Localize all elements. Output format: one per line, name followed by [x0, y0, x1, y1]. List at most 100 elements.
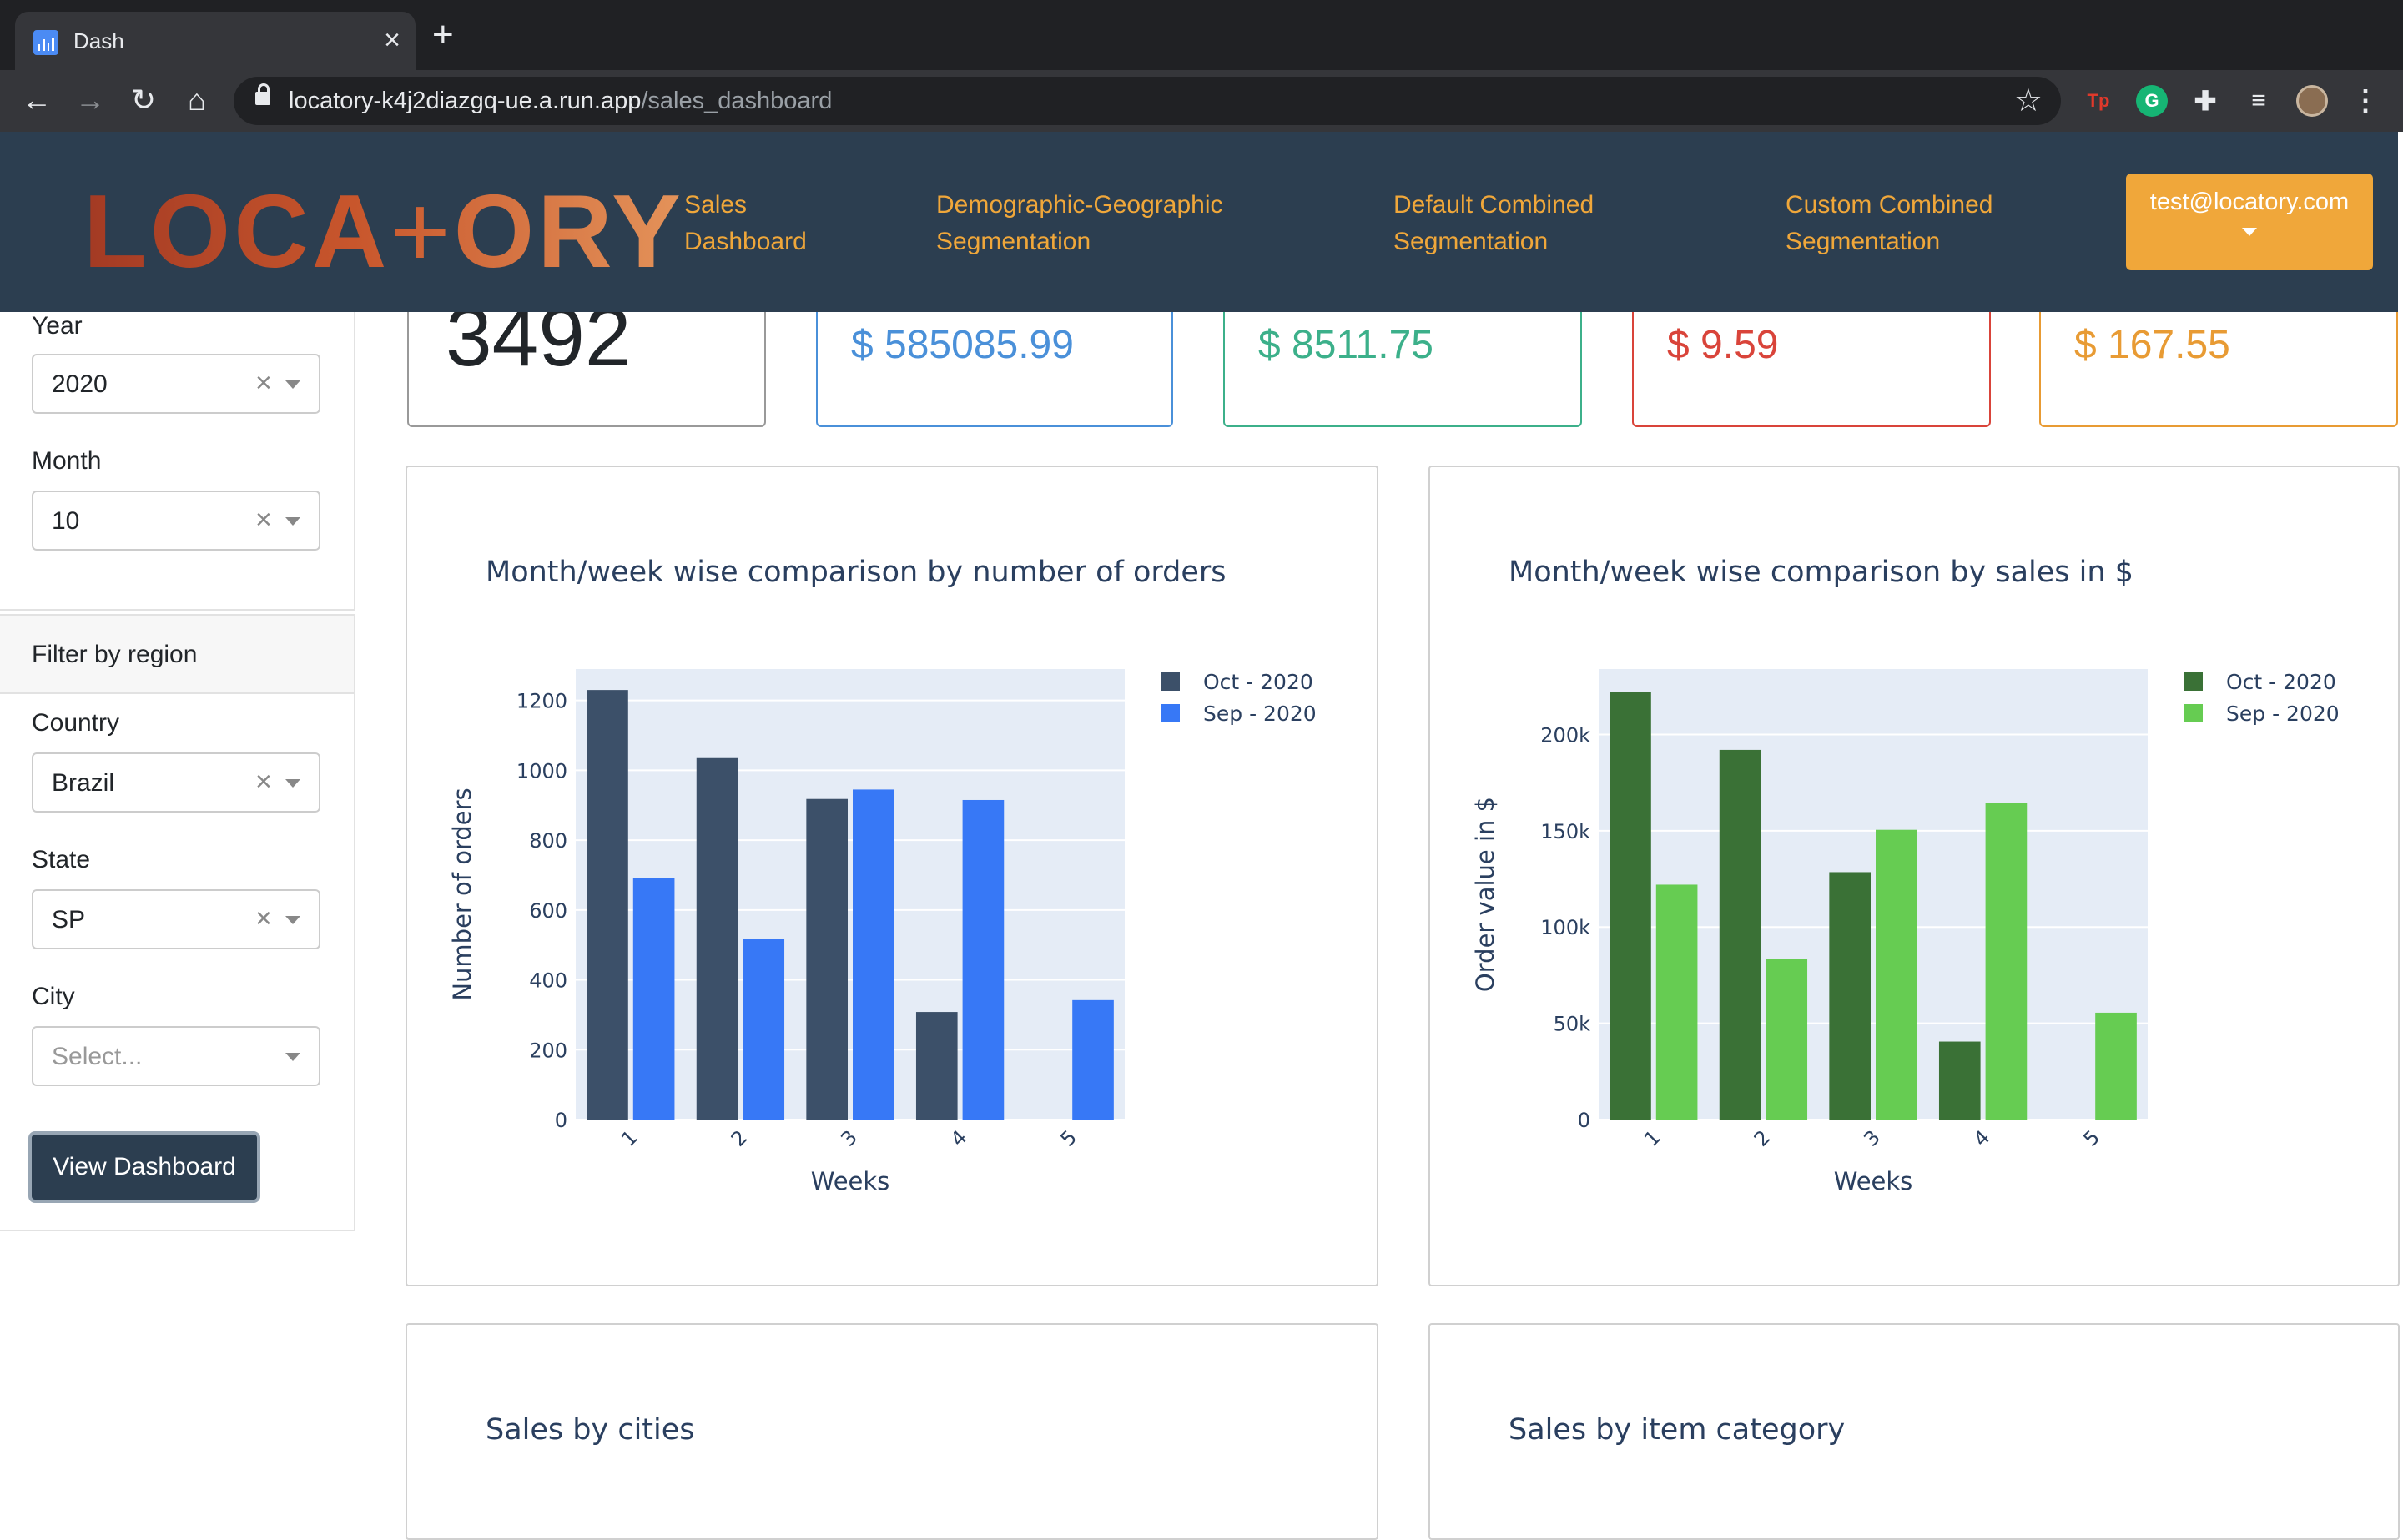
month-label: Month: [32, 447, 102, 475]
state-label: State: [32, 846, 91, 873]
orders-chart-card: Month/week wise comparison by number of …: [406, 466, 1378, 1286]
city-placeholder: Select...: [52, 1043, 143, 1070]
clear-icon[interactable]: ×: [255, 903, 272, 935]
state-dropdown[interactable]: SP ×: [32, 889, 320, 949]
sales-by-category-card: Sales by item category: [1428, 1323, 2400, 1540]
stat-card-min-order: $ 9.59: [1632, 312, 1991, 427]
tab-close-icon[interactable]: ×: [384, 23, 400, 57]
dropdown-arrow-icon[interactable]: [285, 916, 300, 924]
view-dashboard-button[interactable]: View Dashboard: [28, 1131, 260, 1203]
year-dropdown[interactable]: 2020 ×: [32, 354, 320, 414]
caret-down-icon: [2242, 228, 2257, 236]
y-tick-label: 0: [1578, 1109, 1590, 1132]
new-tab-icon[interactable]: +: [432, 17, 454, 53]
nav-custom-combined-segmentation[interactable]: Custom Combined Segmentation: [1786, 187, 1992, 260]
clear-icon[interactable]: ×: [255, 766, 272, 798]
dropdown-arrow-icon[interactable]: [285, 380, 300, 389]
country-value: Brazil: [52, 769, 115, 797]
year-value: 2020: [52, 370, 108, 398]
browser-tab[interactable]: Dash ×: [15, 12, 416, 70]
city-dropdown[interactable]: Select...: [32, 1026, 320, 1086]
x-tick-label: 2: [1750, 1125, 1776, 1151]
y-tick-label: 0: [555, 1109, 567, 1132]
y-tick-label: 1000: [516, 759, 567, 783]
city-label: City: [32, 983, 75, 1010]
date-filter-panel: Year 2020 × Month 10 ×: [0, 312, 355, 611]
bar: [632, 878, 675, 1120]
x-tick-label: 1: [1640, 1125, 1665, 1151]
user-menu-button[interactable]: test@locatory.com: [2126, 174, 2373, 270]
bar: [696, 757, 738, 1120]
media-queue-icon[interactable]: ≡: [2243, 85, 2275, 117]
x-tick-label: 4: [1969, 1125, 1995, 1151]
bar: [915, 1012, 958, 1120]
region-filter-title: Filter by region: [32, 641, 198, 668]
bar: [962, 799, 1005, 1120]
country-label: Country: [32, 709, 120, 737]
country-dropdown[interactable]: Brazil ×: [32, 752, 320, 813]
y-tick-label: 100k: [1540, 916, 1590, 939]
sales-by-cities-card: Sales by cities: [406, 1323, 1378, 1540]
x-tick-label: 4: [946, 1125, 972, 1151]
bar: [1985, 803, 2028, 1120]
y-tick-label: 600: [529, 899, 567, 923]
url-text: locatory-k4j2diazgq-ue.a.run.app/sales_d…: [289, 88, 833, 114]
legend-label: Oct - 2020: [2226, 670, 2336, 694]
legend-swatch: [1161, 704, 1180, 722]
nav-demographic-geographic-segmentation[interactable]: Demographic-Geographic Segmentation: [936, 187, 1223, 260]
lock-icon: [255, 83, 270, 105]
app-header: LOCA+ORY Sales Dashboard Demographic-Geog…: [0, 132, 2398, 312]
x-tick-label: 5: [1055, 1125, 1081, 1151]
extension-tp-icon[interactable]: Tp: [2083, 85, 2114, 117]
dash-favicon-icon: [33, 30, 58, 55]
stat-value: $ 167.55: [2074, 323, 2230, 367]
grammarly-icon[interactable]: G: [2136, 85, 2168, 117]
y-tick-label: 200: [529, 1039, 567, 1062]
bar: [1829, 872, 1871, 1120]
forward-icon[interactable]: →: [72, 82, 108, 118]
y-tick-label: 150k: [1540, 820, 1590, 843]
legend-label: Sep - 2020: [2226, 702, 2340, 726]
sales-chart-card: Month/week wise comparison by sales in $…: [1428, 466, 2400, 1286]
x-axis-label: Weeks: [811, 1167, 890, 1195]
y-tick-label: 400: [529, 969, 567, 993]
locatory-logo[interactable]: LOCA+ORY: [83, 180, 684, 284]
bookmark-star-icon[interactable]: ☆: [2014, 82, 2043, 119]
bar: [1610, 692, 1651, 1120]
home-icon[interactable]: ⌂: [179, 82, 215, 118]
browser-toolbar: ← → ↻ ⌂ locatory-k4j2diazgq-ue.a.run.app…: [0, 70, 2403, 132]
bar: [587, 690, 628, 1120]
nav-default-combined-segmentation[interactable]: Default Combined Segmentation: [1393, 187, 1594, 260]
x-tick-label: 1: [617, 1125, 642, 1151]
legend-swatch: [1161, 672, 1180, 691]
dropdown-arrow-icon[interactable]: [285, 517, 300, 526]
month-dropdown[interactable]: 10 ×: [32, 491, 320, 551]
month-value: 10: [52, 507, 80, 535]
clear-icon[interactable]: ×: [255, 367, 272, 400]
y-tick-label: 1200: [516, 690, 567, 713]
x-axis-label: Weeks: [1834, 1167, 1913, 1195]
menu-kebab-icon[interactable]: ⋮: [2350, 85, 2381, 117]
address-bar[interactable]: locatory-k4j2diazgq-ue.a.run.app/sales_d…: [234, 77, 2061, 125]
reload-icon[interactable]: ↻: [125, 82, 162, 118]
y-axis-label: Number of orders: [448, 788, 476, 1000]
profile-avatar[interactable]: [2296, 85, 2328, 117]
extensions-puzzle-icon[interactable]: ✚: [2189, 85, 2221, 117]
x-tick-label: 5: [2078, 1125, 2104, 1151]
dropdown-arrow-icon[interactable]: [285, 779, 300, 788]
back-icon[interactable]: ←: [18, 82, 55, 118]
bar: [1876, 829, 1917, 1120]
card-title: Sales by cities: [486, 1413, 695, 1447]
user-email: test@locatory.com: [2149, 189, 2350, 215]
nav-sales-dashboard[interactable]: Sales Dashboard: [684, 187, 807, 260]
bar: [1938, 1041, 1981, 1120]
sidebar: Year 2020 × Month 10 × Filter by region …: [0, 312, 355, 1231]
bar: [1072, 999, 1114, 1120]
dropdown-arrow-icon[interactable]: [285, 1053, 300, 1061]
legend-swatch: [2184, 672, 2203, 691]
bar: [1719, 749, 1761, 1120]
bar: [806, 798, 848, 1120]
card-title: Sales by item category: [1509, 1413, 1846, 1447]
clear-icon[interactable]: ×: [255, 504, 272, 536]
bar: [2095, 1012, 2137, 1120]
